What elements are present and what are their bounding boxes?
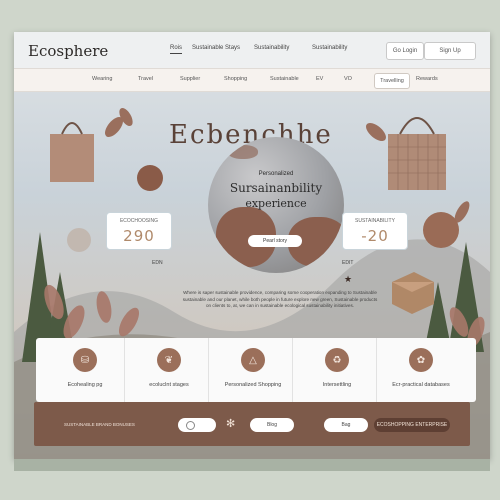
nav-link-4[interactable]: Sustainability: [312, 45, 347, 51]
feature-label: Personalized Shopping: [224, 382, 282, 388]
signup-button[interactable]: Sign Up: [424, 42, 476, 60]
category-item[interactable]: Travel: [138, 76, 153, 82]
stat-card-left[interactable]: ECOCHOOSING 290: [106, 212, 172, 250]
stat-card-value: 290: [123, 227, 155, 245]
hero-subtitle: Sursainanbility: [229, 181, 323, 195]
category-item[interactable]: Supplier: [180, 76, 200, 82]
stat-card-label: ECOCHOOSING: [119, 218, 159, 224]
footer-bar: SUSTAINABLE BRAND BONUSES ✻ Blog Bag ECO…: [34, 402, 470, 446]
stat-card-label: SUSTAINABILITY: [355, 218, 395, 224]
small-mark-right: EDIT: [342, 260, 354, 266]
sparkle-icon: ✻: [226, 417, 236, 430]
hero-kicker: Personalized: [258, 171, 294, 177]
category-bar: Wearing Travel Supplier Shopping Sustain…: [14, 68, 490, 92]
top-navigation: Ecosphere Rois Sustainable Stays Sustain…: [14, 32, 490, 68]
category-item[interactable]: Sustainable: [270, 76, 299, 82]
feature-card[interactable]: △ Personalized Shopping: [214, 338, 293, 402]
nav-link-1[interactable]: Rois: [170, 45, 183, 54]
hero-description: Where is saper sustainable providence, c…: [182, 290, 378, 308]
stat-card-right[interactable]: SUSTAINABILITY -20: [342, 212, 408, 250]
category-pill[interactable]: Travelling: [374, 73, 410, 89]
nav-link-2[interactable]: Sustainable Stays: [192, 45, 240, 51]
triangle-icon: △: [241, 348, 265, 372]
category-item[interactable]: Shopping: [224, 76, 247, 82]
footer-enterprise-button[interactable]: ECOSHOPPING ENTERPRISE: [374, 418, 450, 432]
feature-label: Ecr-practical databases: [392, 382, 450, 388]
small-mark-left: EDN: [152, 260, 163, 266]
recycle-icon: ♻: [325, 348, 349, 372]
feature-card[interactable]: ♻ Intersettling: [298, 338, 377, 402]
leaf-circle-icon: ❦: [157, 348, 181, 372]
footer-toggle-button[interactable]: [178, 418, 216, 432]
feature-card[interactable]: ❦ ecoluclnt stages: [130, 338, 209, 402]
globe-hero: Personalized Sursainanbility experience …: [208, 137, 344, 273]
gear-icon: ✿: [409, 348, 433, 372]
feature-card[interactable]: ⛁ Ecohealing pg: [46, 338, 125, 402]
category-item[interactable]: Rewards: [416, 76, 438, 82]
feature-label: Intersettling: [322, 382, 352, 388]
hero-subtitle-2: experience: [245, 197, 307, 210]
frame-shadow: [14, 459, 490, 471]
features-panel: ⛁ Ecohealing pg ❦ ecoluclnt stages △ Per…: [36, 338, 476, 402]
category-item[interactable]: Wearing: [92, 76, 112, 82]
footer-bag-button[interactable]: Bag: [324, 418, 368, 432]
feature-card[interactable]: ✿ Ecr-practical databases: [382, 338, 460, 402]
pot-icon: ⛁: [73, 348, 97, 372]
feature-label: Ecohealing pg: [67, 382, 103, 388]
svg-text:★: ★: [344, 275, 352, 285]
category-item[interactable]: EV: [316, 76, 323, 82]
category-item[interactable]: VO: [344, 76, 352, 82]
brand-logo[interactable]: Ecosphere: [28, 42, 108, 60]
website-mockup: ★ Ecosphere Rois Sustainable Stays Susta…: [14, 32, 490, 459]
stat-card-value: -20: [361, 227, 389, 245]
footer-left-text: SUSTAINABLE BRAND BONUSES: [64, 422, 135, 427]
nav-link-3[interactable]: Sustainability: [254, 45, 289, 51]
hero-cta-button[interactable]: Pearl story: [248, 235, 302, 247]
feature-label: ecoluclnt stages: [149, 382, 189, 388]
login-button[interactable]: Go Login: [386, 42, 424, 60]
footer-blog-button[interactable]: Blog: [250, 418, 294, 432]
toggle-circle-icon: [185, 420, 195, 430]
